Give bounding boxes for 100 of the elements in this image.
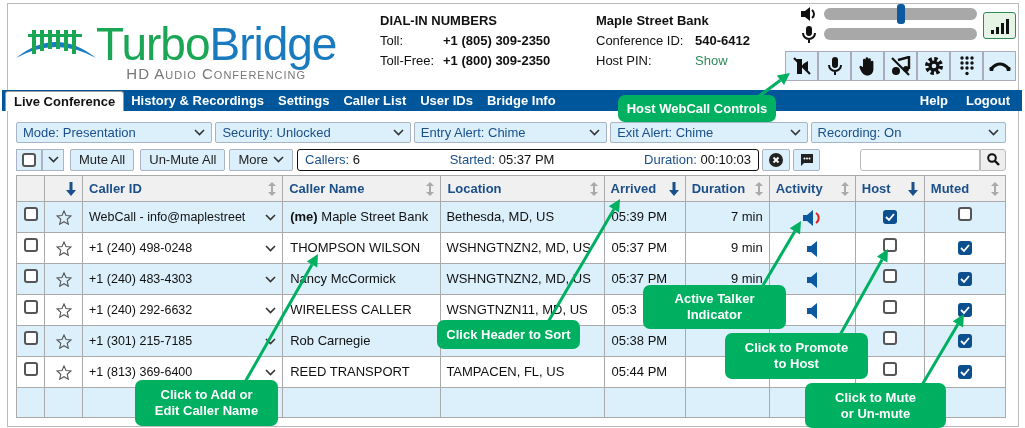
checkbox[interactable] — [957, 241, 972, 256]
nav-link[interactable]: Logout — [956, 91, 1019, 111]
checkbox[interactable] — [882, 331, 897, 346]
nav-tab[interactable]: Settings — [271, 91, 337, 111]
filter-dropdown[interactable]: Entry Alert: Chime — [413, 122, 608, 143]
webcall-control-button[interactable] — [917, 51, 950, 81]
dialpad-icon — [959, 56, 974, 76]
conference-name: Maple Street Bank — [596, 12, 710, 30]
table-cell: 05:37 PM — [604, 232, 686, 264]
nav-tab[interactable]: Live Conference — [5, 91, 125, 111]
checkbox[interactable] — [882, 362, 897, 377]
checkbox[interactable] — [23, 238, 38, 253]
nav-tab[interactable]: Caller List — [336, 91, 414, 111]
field-label: Toll: — [380, 32, 405, 50]
caller-name[interactable]: REED TRANSPORT — [282, 356, 441, 388]
filter-dropdown[interactable]: Security: Unlocked — [215, 122, 411, 143]
more-button[interactable]: More — [229, 148, 294, 171]
checkbox[interactable] — [882, 269, 897, 284]
filter-dropdown[interactable]: Exit Alert: Chime — [610, 122, 808, 143]
table-cell: Bethesda, MD, US — [440, 201, 605, 233]
nav-tab[interactable]: Bridge Info — [480, 91, 563, 111]
caret-icon[interactable] — [265, 244, 277, 252]
caret-icon — [392, 129, 404, 136]
caller-name[interactable]: (me) Maple Street Bank — [282, 201, 441, 233]
search-icon — [986, 153, 1000, 166]
nav-tab[interactable]: User IDs — [413, 91, 480, 111]
callout: Click to Add or Edit Caller Name — [135, 380, 278, 426]
table-cell: 7 min — [685, 201, 770, 233]
star-icon[interactable] — [55, 365, 72, 381]
toolbar-button[interactable]: Mute All — [70, 148, 135, 171]
nav-tab[interactable]: History & Recordings — [124, 91, 272, 111]
checkbox[interactable] — [957, 207, 972, 222]
caret-icon[interactable] — [265, 275, 277, 283]
sort-desc-icon[interactable] — [907, 181, 918, 196]
caret-icon[interactable] — [265, 213, 277, 221]
caret-icon — [589, 129, 601, 136]
callout-arrow — [920, 314, 964, 386]
caret-icon[interactable] — [265, 368, 277, 376]
caret-icon[interactable] — [265, 306, 277, 314]
star-icon[interactable] — [55, 241, 72, 257]
show-link[interactable]: Show — [695, 51, 728, 71]
caller-id: +1 (240) 498-0248 — [89, 239, 193, 257]
status-text: Duration: 00:10:03 — [644, 150, 752, 169]
caller-id: +1 (240) 483-4303 — [89, 270, 193, 288]
checkbox[interactable] — [957, 334, 972, 349]
checkbox[interactable] — [957, 272, 972, 287]
checkbox[interactable] — [882, 238, 897, 253]
table-cell: 05:44 PM — [604, 356, 686, 388]
volume-slider[interactable] — [824, 4, 977, 24]
microphone-icon — [800, 25, 818, 43]
webcall-control-button[interactable] — [983, 51, 1016, 81]
nav-link[interactable]: Help — [910, 91, 957, 111]
webcall-control-button[interactable] — [851, 51, 884, 81]
checkbox[interactable] — [23, 331, 38, 346]
chat-icon — [799, 152, 814, 167]
checkbox[interactable] — [957, 303, 972, 318]
callout: Click to Mute or Un-mute — [805, 383, 946, 428]
caret-icon — [988, 129, 999, 136]
caret-icon — [194, 129, 206, 136]
caller-id: +1 (240) 292-6632 — [89, 301, 193, 319]
chat-button[interactable] — [793, 148, 821, 171]
checkbox[interactable] — [23, 269, 38, 284]
sort-desc-icon[interactable] — [668, 181, 679, 196]
caller-id: WebCall - info@maplestreet — [89, 208, 246, 226]
webcall-control-button[interactable] — [950, 51, 983, 81]
sort-desc-icon[interactable] — [66, 181, 77, 196]
checkbox[interactable] — [23, 207, 38, 222]
dropdown-button[interactable] — [42, 148, 64, 171]
filter-dropdown[interactable]: Recording: On — [810, 122, 1006, 143]
search-button[interactable] — [980, 148, 1006, 171]
webcall-control-button[interactable] — [785, 51, 818, 81]
checkbox[interactable] — [882, 210, 897, 225]
microphone-icon — [826, 56, 843, 76]
star-icon[interactable] — [55, 303, 72, 319]
checkbox[interactable] — [22, 152, 36, 167]
webcall-control-button[interactable] — [884, 51, 917, 81]
webcall-control-button[interactable] — [818, 51, 851, 81]
star-icon[interactable] — [55, 210, 72, 226]
signal-button[interactable] — [983, 12, 1016, 39]
callout: Click Header to Sort — [437, 320, 580, 349]
checkbox[interactable] — [882, 300, 897, 315]
clear-button[interactable] — [762, 148, 791, 171]
callout: Active Talker Indicator — [643, 285, 786, 329]
slider-thumb[interactable] — [896, 4, 905, 24]
caret-icon[interactable] — [265, 337, 277, 345]
caller-id: +1 (301) 215-7185 — [89, 332, 193, 350]
checkbox[interactable] — [23, 300, 38, 315]
table-cell: 9 min — [685, 232, 770, 264]
close-icon — [769, 152, 784, 167]
search-field[interactable] — [860, 148, 980, 171]
phone-number: +1 (800) 309-2350 — [443, 52, 551, 70]
star-icon[interactable] — [55, 334, 72, 350]
status-text: Started: 05:37 PM — [449, 150, 555, 169]
checkbox[interactable] — [957, 365, 972, 380]
caller-name[interactable]: WIRELESS CALLER — [282, 294, 441, 326]
caret-icon — [273, 156, 285, 163]
checkbox[interactable] — [23, 362, 38, 377]
filter-dropdown[interactable]: Mode: Presentation — [16, 122, 213, 143]
star-icon[interactable] — [55, 272, 72, 288]
toolbar-button[interactable]: Un-Mute All — [140, 148, 226, 171]
